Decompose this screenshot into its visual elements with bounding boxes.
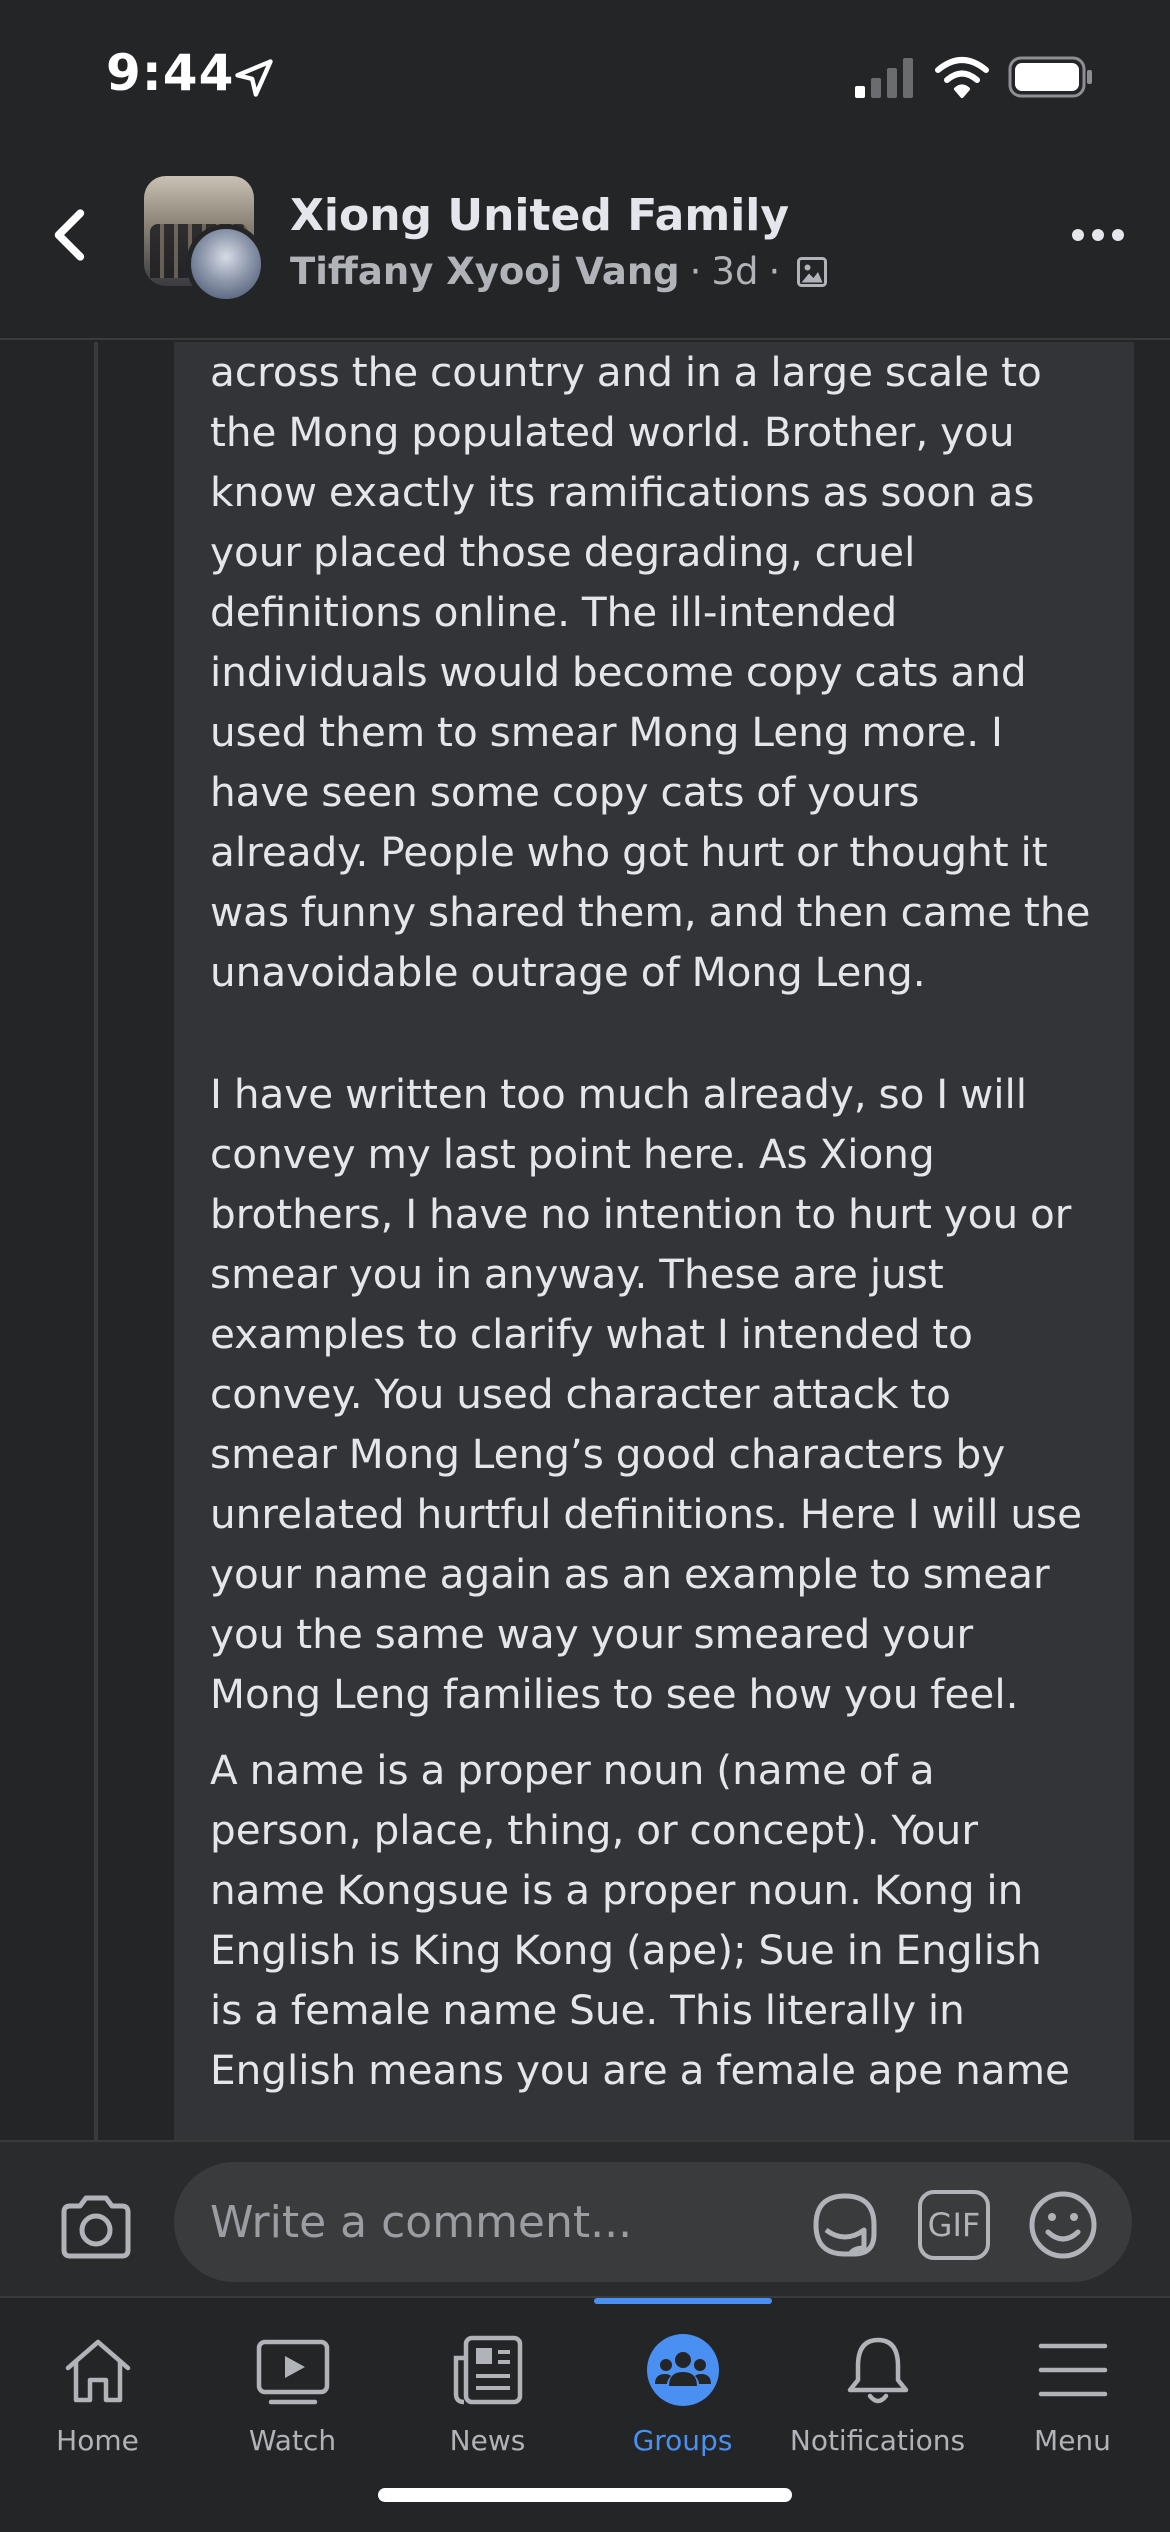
cellular-signal-icon <box>855 58 913 98</box>
battery-icon <box>1008 56 1092 98</box>
tab-menu-label: Menu <box>1034 2424 1111 2457</box>
home-icon <box>65 2339 131 2403</box>
tab-groups-label: Groups <box>632 2424 733 2457</box>
tab-news[interactable]: News <box>390 2298 585 2478</box>
news-icon <box>453 2335 523 2405</box>
more-icon[interactable] <box>1070 220 1126 250</box>
comment-composer: GIF <box>0 2140 1170 2296</box>
thread-line <box>94 342 98 2140</box>
camera-icon[interactable] <box>56 2192 136 2262</box>
emoji-icon[interactable] <box>1024 2186 1102 2264</box>
post-meta: Tiffany Xyooj Vang · 3d · <box>290 250 830 293</box>
meta-separator: · <box>689 250 702 293</box>
bell-icon <box>847 2337 909 2404</box>
comment-paragraph-1: across the country and in a large scale … <box>210 348 1091 996</box>
back-icon[interactable] <box>40 204 102 266</box>
photo-privacy-icon <box>797 256 828 287</box>
tab-home-label: Home <box>56 2424 139 2457</box>
watch-icon <box>256 2339 330 2405</box>
post-header: Xiong United Family Tiffany Xyooj Vang ·… <box>0 150 1170 340</box>
home-indicator[interactable] <box>378 2488 792 2502</box>
tab-home[interactable]: Home <box>0 2298 195 2478</box>
location-icon <box>235 59 273 97</box>
wifi-icon <box>935 57 989 98</box>
author-avatar[interactable] <box>186 224 266 304</box>
groups-icon <box>647 2334 719 2406</box>
group-name[interactable]: Xiong United Family <box>290 190 789 241</box>
meta-separator-2: · <box>768 250 781 293</box>
tab-notifications-label: Notifications <box>789 2424 966 2457</box>
comment-paragraph-2: I have written too much already, so I wi… <box>210 1070 1083 1718</box>
menu-icon <box>1038 2343 1108 2397</box>
comment-thread[interactable]: across the country and in a large scale … <box>0 342 1170 2140</box>
comment-paragraph-3: A name is a proper noun (name of a perso… <box>210 1746 1070 2094</box>
gif-button[interactable]: GIF <box>918 2190 990 2260</box>
tab-menu[interactable]: Menu <box>975 2298 1170 2478</box>
tab-news-label: News <box>449 2424 526 2457</box>
sticker-icon[interactable] <box>806 2186 884 2264</box>
tab-groups[interactable]: Groups <box>585 2298 780 2478</box>
author-name[interactable]: Tiffany Xyooj Vang <box>290 250 680 293</box>
status-time: 9:44 <box>106 44 235 102</box>
tab-watch-label: Watch <box>248 2424 337 2457</box>
post-time: 3d <box>711 250 759 293</box>
status-bar: 9:44 <box>0 0 1170 150</box>
tab-watch[interactable]: Watch <box>195 2298 390 2478</box>
tab-notifications[interactable]: Notifications <box>780 2298 975 2478</box>
